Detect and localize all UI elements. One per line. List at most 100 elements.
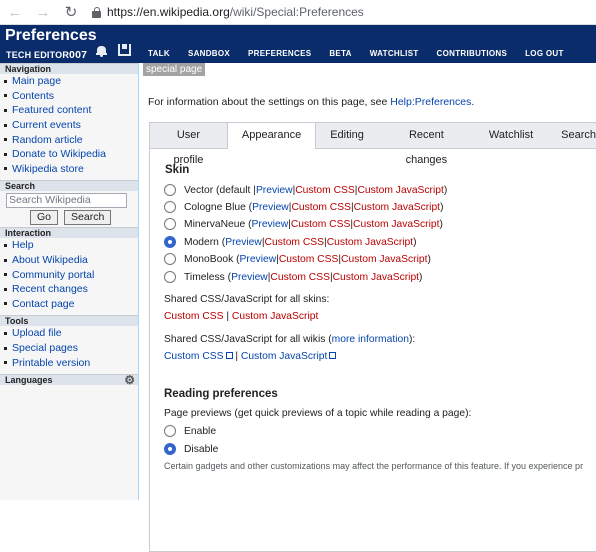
preview-link[interactable]: Preview <box>256 185 293 196</box>
intro-label: For information about the settings on th… <box>148 96 391 108</box>
radio-timeless[interactable] <box>164 271 176 283</box>
sidebar-item-contact-page[interactable]: Contact page <box>0 297 138 312</box>
custom-css-link[interactable]: Custom CSS <box>270 272 330 283</box>
separator: | <box>232 351 241 362</box>
bullet-icon <box>4 273 7 277</box>
tab-recent-changes[interactable]: Recent changes <box>378 123 475 166</box>
reload-icon[interactable]: ↻ <box>58 0 84 25</box>
skin-option-minerva[interactable]: MinervaNeue (Preview | Custom CSS | Cust… <box>164 218 443 230</box>
help-preferences-link[interactable]: Help:Preferences <box>390 96 471 108</box>
arrow-left-icon[interactable]: ← <box>2 0 28 25</box>
main-content: special page For information about the s… <box>140 63 596 552</box>
preview-link[interactable]: Preview <box>231 272 268 283</box>
radio-vector[interactable] <box>164 184 176 196</box>
skin-name: Cologne Blue ( <box>184 201 253 213</box>
custom-js-link[interactable]: Custom JavaScript <box>354 202 440 213</box>
tab-sandbox[interactable]: SANDBOX <box>179 45 239 63</box>
preview-link[interactable]: Preview <box>252 202 289 213</box>
tab-appearance[interactable]: Appearance <box>226 123 317 149</box>
bell-icon[interactable] <box>96 45 107 57</box>
shared-wikis-label: Shared CSS/JavaScript for all wikis (mor… <box>164 334 415 345</box>
bullet-icon <box>4 346 7 350</box>
custom-js-link[interactable]: Custom JavaScript <box>353 219 439 230</box>
sidebar-item-featured-content[interactable]: Featured content <box>0 103 138 118</box>
sidebar-item-community-portal[interactable]: Community portal <box>0 267 138 282</box>
gear-icon[interactable]: ⚙ <box>124 374 135 386</box>
bullet-icon <box>4 108 7 112</box>
shared-custom-js-link[interactable]: Custom JavaScript <box>232 311 318 322</box>
radio-enable[interactable] <box>164 425 176 437</box>
shared-custom-css-link[interactable]: Custom CSS <box>164 311 224 322</box>
languages-heading: Languages ⚙ <box>0 373 138 386</box>
sidebar-item-help[interactable]: Help <box>0 238 138 253</box>
skin-option-modern[interactable]: Modern (Preview | Custom CSS | Custom Ja… <box>164 236 417 248</box>
sidebar-item-label: Random article <box>12 133 83 146</box>
tab-talk[interactable]: TALK <box>139 45 179 63</box>
custom-css-link[interactable]: Custom CSS <box>279 254 339 265</box>
external-link-icon <box>225 352 233 359</box>
custom-css-link[interactable]: Custom CSS <box>295 185 355 196</box>
sidebar-item-random-article[interactable]: Random article <box>0 132 138 147</box>
previews-disable-option[interactable]: Disable <box>164 443 218 455</box>
sidebar-item-special-pages[interactable]: Special pages <box>0 341 138 356</box>
preview-link[interactable]: Preview <box>240 254 277 265</box>
custom-js-link[interactable]: Custom JavaScript <box>341 254 427 265</box>
sidebar-item-donate[interactable]: Donate to Wikipedia <box>0 147 138 162</box>
tab-beta[interactable]: BETA <box>320 45 360 63</box>
bullet-icon <box>4 361 7 365</box>
search-input[interactable]: Search Wikipedia <box>6 193 127 209</box>
skin-option-timeless[interactable]: Timeless (Preview | Custom CSS | Custom … <box>164 271 422 283</box>
tab-search[interactable]: Search <box>547 123 596 148</box>
preview-link[interactable]: Preview <box>252 219 289 230</box>
sidebar-item-label: Help <box>12 239 34 252</box>
custom-js-link[interactable]: Custom JavaScript <box>333 272 419 283</box>
tab-log-out[interactable]: LOG OUT <box>516 45 573 63</box>
more-information-link[interactable]: more information <box>332 334 409 345</box>
skin-option-vector[interactable]: Vector (default | Preview | Custom CSS |… <box>164 184 447 196</box>
address-bar[interactable]: https://en.wikipedia.org/wiki/Special:Pr… <box>107 5 364 19</box>
sidebar-item-current-events[interactable]: Current events <box>0 118 138 133</box>
skin-option-monobook[interactable]: MonoBook (Preview | Custom CSS | Custom … <box>164 253 431 265</box>
global-custom-js-link[interactable]: Custom JavaScript <box>241 351 327 362</box>
lock-icon[interactable] <box>92 6 101 18</box>
radio-cologne-blue[interactable] <box>164 201 176 213</box>
custom-css-link[interactable]: Custom CSS <box>291 219 351 230</box>
tab-preferences[interactable]: PREFERENCES <box>239 45 320 63</box>
tab-watchlist[interactable]: WATCHLIST <box>361 45 428 63</box>
inbox-icon[interactable] <box>118 44 131 56</box>
radio-disable[interactable] <box>164 443 176 455</box>
tab-editing[interactable]: Editing <box>316 123 378 148</box>
sidebar-item-printable-version[interactable]: Printable version <box>0 355 138 370</box>
radio-monobook[interactable] <box>164 253 176 265</box>
tab-user-profile[interactable]: User profile <box>150 123 227 166</box>
username[interactable]: TECH EDITOR007 <box>6 49 87 61</box>
bullet-icon <box>4 138 7 142</box>
sidebar-item-recent-changes[interactable]: Recent changes <box>0 282 138 297</box>
custom-css-link[interactable]: Custom CSS <box>291 202 351 213</box>
sidebar-item-store[interactable]: Wikipedia store <box>0 162 138 177</box>
disable-label: Disable <box>184 443 219 455</box>
custom-js-link[interactable]: Custom JavaScript <box>357 185 443 196</box>
global-custom-css-link[interactable]: Custom CSS <box>164 351 224 362</box>
search-button[interactable]: Search <box>64 210 112 226</box>
radio-modern[interactable] <box>164 236 176 248</box>
custom-js-link[interactable]: Custom JavaScript <box>327 237 413 248</box>
go-button[interactable]: Go <box>30 210 59 226</box>
radio-minerva[interactable] <box>164 218 176 230</box>
preview-link[interactable]: Preview <box>225 237 262 248</box>
reading-preferences-heading: Reading preferences <box>164 388 278 400</box>
sidebar-item-about[interactable]: About Wikipedia <box>0 253 138 268</box>
skin-option-cologne-blue[interactable]: Cologne Blue (Preview | Custom CSS | Cus… <box>164 201 444 213</box>
sidebar-item-main-page[interactable]: Main page <box>0 74 138 89</box>
close-paren: ) <box>443 184 448 196</box>
preference-tabs: User profile Appearance Editing Recent c… <box>150 123 596 166</box>
tab-watchlist[interactable]: Watchlist <box>475 123 547 148</box>
sidebar-item-contents[interactable]: Contents <box>0 89 138 104</box>
sidebar-item-label: Special pages <box>12 342 78 355</box>
custom-css-link[interactable]: Custom CSS <box>265 237 325 248</box>
sidebar-item-upload-file[interactable]: Upload file <box>0 326 138 341</box>
shared-wikis-text: Shared CSS/JavaScript for all wikis ( <box>164 334 332 345</box>
previews-enable-option[interactable]: Enable <box>164 425 216 437</box>
tab-contributions[interactable]: CONTRIBUTIONS <box>428 45 517 63</box>
arrow-right-icon[interactable]: → <box>30 0 56 25</box>
